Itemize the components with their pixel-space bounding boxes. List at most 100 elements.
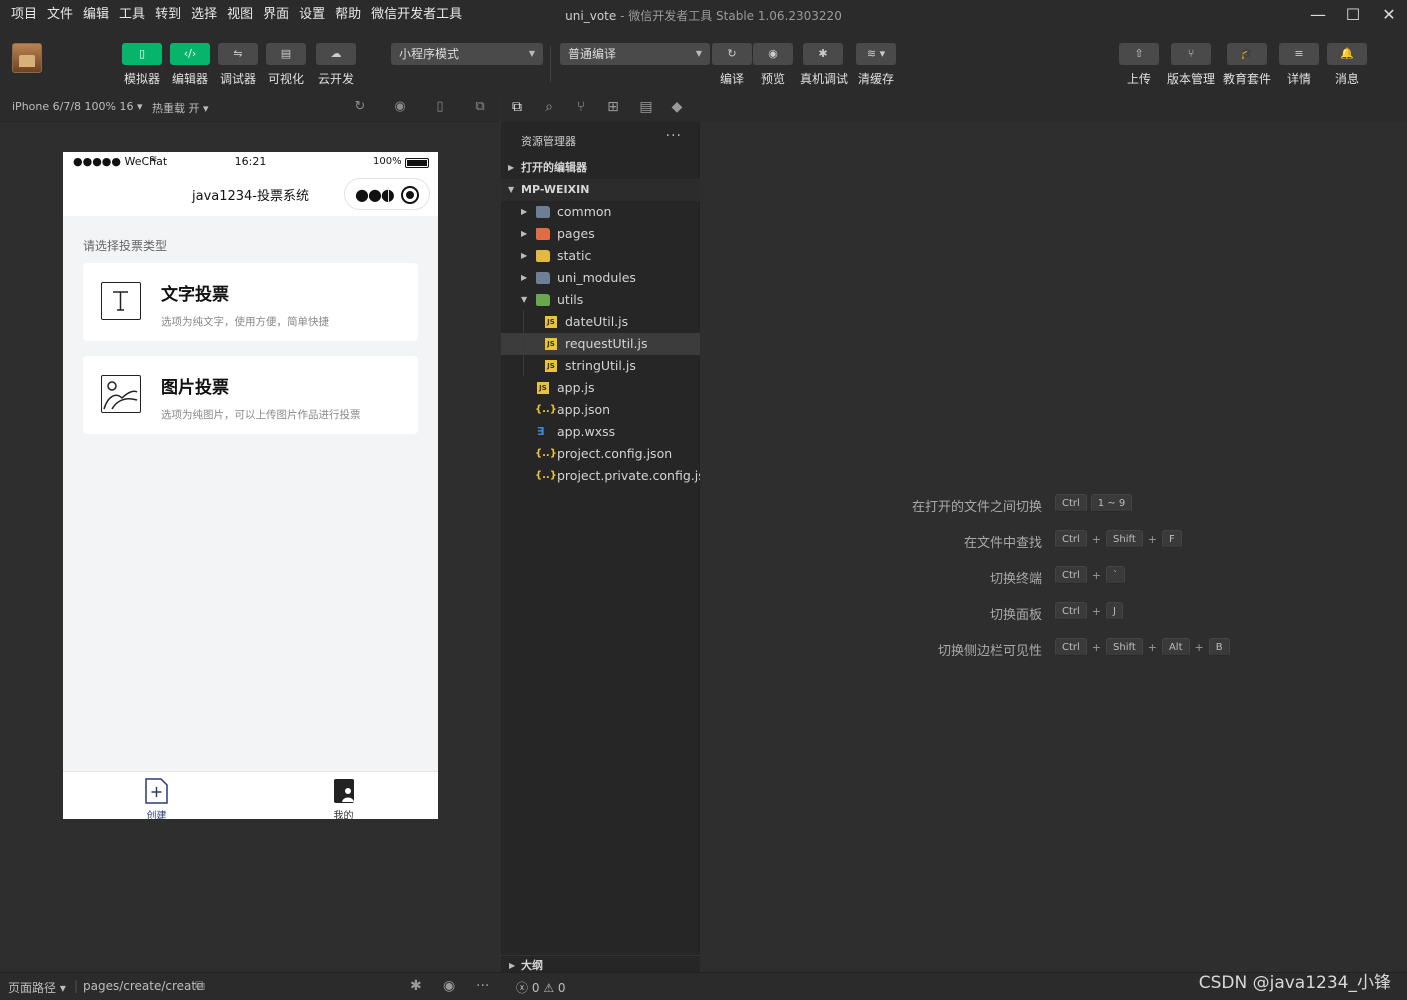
hot-reload-toggle[interactable]: 热重载 开 ▾ bbox=[152, 100, 209, 116]
section-label: 大纲 bbox=[521, 959, 543, 972]
close-icon[interactable]: ✕ bbox=[1376, 4, 1402, 26]
hot-reload-value: 热重载 开 bbox=[152, 102, 200, 115]
tree-item-label: stringUtil.js bbox=[565, 358, 636, 373]
tree-item-requestutil[interactable]: JS requestUtil.js bbox=[501, 333, 700, 355]
clear-cache-label: 清缓存 bbox=[857, 72, 894, 86]
tree-item-static[interactable]: ▶ static bbox=[501, 245, 700, 267]
education-button[interactable]: 🎓 bbox=[1227, 43, 1267, 65]
files-icon[interactable]: ⧉ bbox=[508, 98, 526, 116]
phone-status-bar: ●●●●● WeChat ≋ 16:21 100% bbox=[63, 152, 438, 172]
more-actions-icon[interactable]: ··· bbox=[666, 128, 682, 144]
clear-cache-button[interactable]: ≋ ▾ bbox=[856, 43, 896, 65]
menu-lines-icon: ≡ bbox=[1294, 47, 1304, 60]
source-control-icon[interactable]: ⑂ bbox=[572, 98, 590, 116]
extensions-icon[interactable]: ⊞ bbox=[604, 98, 622, 116]
mode-select[interactable]: 小程序模式 ▼ bbox=[391, 43, 543, 65]
tab-create[interactable]: 创建 bbox=[63, 772, 250, 819]
tree-item-common[interactable]: ▶ common bbox=[501, 201, 700, 223]
tree-item-app-json[interactable]: {..} app.json bbox=[501, 399, 700, 421]
visual-toggle-button[interactable]: ▤ bbox=[266, 43, 306, 65]
bell-icon: 🔔 bbox=[1340, 47, 1354, 60]
tree-item-utils[interactable]: ▼ utils bbox=[501, 289, 700, 311]
remote-debug-button[interactable]: ✱ bbox=[803, 43, 843, 65]
tree-item-stringutil[interactable]: JS stringUtil.js bbox=[501, 355, 700, 377]
eye-icon[interactable]: ◉ bbox=[443, 978, 455, 994]
menu-item-settings[interactable]: 设置 bbox=[294, 5, 330, 25]
tree-item-app-wxss[interactable]: ∃ app.wxss bbox=[501, 421, 700, 443]
menu-item-tools[interactable]: 工具 bbox=[114, 5, 150, 25]
avatar[interactable] bbox=[12, 43, 42, 73]
phone-icon: ▯ bbox=[138, 47, 146, 60]
open-editors-section[interactable]: ▶ 打开的编辑器 bbox=[501, 157, 700, 179]
record-icon[interactable]: ◉ bbox=[392, 99, 408, 115]
education-label: 教育套件 bbox=[1222, 72, 1271, 86]
js-file-icon: JS bbox=[545, 316, 557, 328]
shortcut-keys: Ctrl + J bbox=[1055, 602, 1123, 620]
tree-item-label: pages bbox=[557, 226, 595, 241]
json-file-icon: {..} bbox=[535, 404, 557, 415]
tree-item-pages[interactable]: ▶ pages bbox=[501, 223, 700, 245]
debugger-toggle-button[interactable]: ⇋ bbox=[218, 43, 258, 65]
shortcut-label: 切换侧边栏可见性 bbox=[937, 644, 1042, 659]
section-label: 打开的编辑器 bbox=[521, 161, 587, 174]
menu-item-view[interactable]: 视图 bbox=[222, 5, 258, 25]
menu-item-interface[interactable]: 界面 bbox=[258, 5, 294, 25]
page-path-value: pages/create/create bbox=[83, 979, 204, 993]
menu-item-project[interactable]: 项目 bbox=[6, 5, 42, 25]
details-button[interactable]: ≡ bbox=[1279, 43, 1319, 65]
menu-item-select[interactable]: 选择 bbox=[186, 5, 222, 25]
tree-item-label: requestUtil.js bbox=[565, 336, 648, 351]
close-circle-icon[interactable] bbox=[401, 186, 419, 204]
page-path-toggle[interactable]: 页面路径 ▾ bbox=[8, 979, 66, 996]
more-dots-icon[interactable]: ··· bbox=[476, 978, 489, 994]
cloud-button[interactable]: ☁ bbox=[316, 43, 356, 65]
key: F bbox=[1161, 530, 1182, 548]
key-plus: + bbox=[1091, 604, 1102, 618]
docker-icon[interactable]: ◆ bbox=[668, 98, 686, 116]
tree-item-label: uni_modules bbox=[557, 270, 636, 285]
popout-icon[interactable]: ⧉ bbox=[472, 99, 488, 115]
tree-item-dateutil[interactable]: JS dateUtil.js bbox=[501, 311, 700, 333]
page-path-label: 页面路径 bbox=[8, 981, 57, 995]
shortcut-label: 切换终端 bbox=[989, 572, 1042, 587]
tree-item-project-private-config[interactable]: {..}project.private.config.js... bbox=[501, 465, 700, 487]
menu-item-devtools[interactable]: 微信开发者工具 bbox=[366, 5, 467, 25]
menu-item-help[interactable]: 帮助 bbox=[330, 5, 366, 25]
error-count[interactable]: ⓧ 0 ⚠ 0 bbox=[516, 979, 566, 996]
compile-button[interactable]: ↻ bbox=[712, 43, 752, 65]
preview-button[interactable]: ◉ bbox=[753, 43, 793, 65]
search-icon[interactable]: ⌕ bbox=[540, 98, 558, 116]
tree-item-label: project.config.json bbox=[557, 446, 673, 461]
shortcut-label: 在打开的文件之间切换 bbox=[911, 500, 1042, 515]
device-select[interactable]: iPhone 6/7/8 100% 16 ▾ bbox=[12, 100, 143, 113]
rotate-icon[interactable]: ↻ bbox=[352, 99, 368, 115]
menu-item-goto[interactable]: 转到 bbox=[150, 5, 186, 25]
text-vote-card[interactable]: 文字投票 选项为纯文字，使用方便，简单快捷 bbox=[83, 263, 418, 341]
copy-icon[interactable]: ⧉ bbox=[195, 978, 205, 994]
phone-icon[interactable]: ▯ bbox=[432, 99, 448, 115]
menu-item-file[interactable]: 文件 bbox=[42, 5, 78, 25]
warning-icon: ⚠ bbox=[543, 981, 555, 995]
card-title: 图片投票 bbox=[161, 378, 229, 398]
tree-item-project-config[interactable]: {..} project.config.json bbox=[501, 443, 700, 465]
compile-mode-select[interactable]: 普通编译 ▼ bbox=[560, 43, 710, 65]
storage-icon[interactable]: ▤ bbox=[637, 98, 655, 116]
code-icon: ‹/› bbox=[183, 47, 197, 60]
minimize-icon[interactable]: — bbox=[1305, 4, 1331, 26]
tab-mine[interactable]: 我的 bbox=[250, 772, 437, 819]
project-section[interactable]: ▼ MP-WEIXIN bbox=[501, 179, 700, 201]
bug-icon[interactable]: ✱ bbox=[410, 978, 422, 994]
folder-icon bbox=[536, 272, 550, 284]
editor-toggle-button[interactable]: ‹/› bbox=[170, 43, 210, 65]
image-vote-card[interactable]: 图片投票 选项为纯图片，可以上传图片作品进行投票 bbox=[83, 356, 418, 434]
simulator-toggle-button[interactable]: ▯ bbox=[122, 43, 162, 65]
maximize-icon[interactable]: ☐ bbox=[1340, 4, 1366, 26]
tree-item-app-js[interactable]: JS app.js bbox=[501, 377, 700, 399]
layout-icon: ▤ bbox=[280, 47, 292, 60]
tree-item-uni-modules[interactable]: ▶ uni_modules bbox=[501, 267, 700, 289]
version-button[interactable]: ⑂ bbox=[1171, 43, 1211, 65]
menu-item-edit[interactable]: 编辑 bbox=[78, 5, 114, 25]
compile-mode-value: 普通编译 bbox=[568, 47, 617, 61]
upload-button[interactable]: ⇧ bbox=[1119, 43, 1159, 65]
messages-button[interactable]: 🔔 bbox=[1327, 43, 1367, 65]
